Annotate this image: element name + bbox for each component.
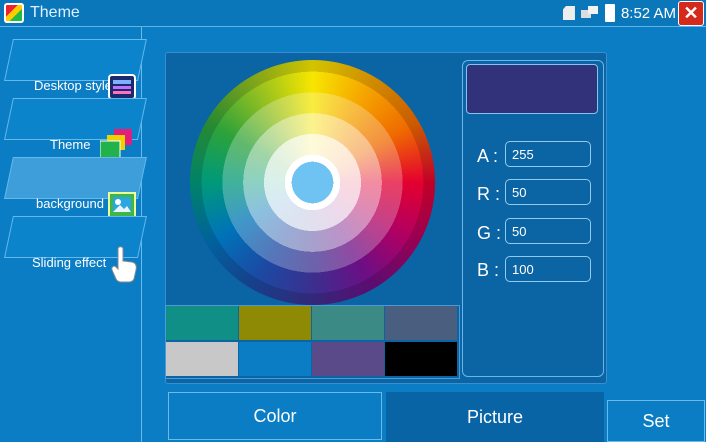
color-swatches <box>165 305 460 379</box>
swatch[interactable] <box>385 342 457 376</box>
theme-app-icon <box>4 3 24 23</box>
title-bar: Theme 8:52 AM ✕ <box>0 0 706 27</box>
alpha-field[interactable]: 255 <box>505 141 591 167</box>
picture-icon <box>108 192 136 218</box>
sd-card-icon <box>562 6 575 20</box>
red-field[interactable]: 50 <box>505 179 591 205</box>
window-title: Theme <box>30 4 80 21</box>
status-area: 8:52 AM <box>562 3 676 23</box>
theme-icon <box>99 129 134 159</box>
color-wheel[interactable] <box>190 60 435 305</box>
color-preview <box>466 64 598 114</box>
field-label-g: G : <box>477 223 502 243</box>
hand-touch-icon <box>110 245 140 283</box>
network-icon <box>580 6 599 20</box>
swatch[interactable] <box>312 342 384 376</box>
swatch[interactable] <box>239 306 311 340</box>
green-field[interactable]: 50 <box>505 218 591 244</box>
field-label-b: B : <box>477 260 500 280</box>
field-label-r: R : <box>477 184 501 204</box>
swatch[interactable] <box>385 306 457 340</box>
swatch[interactable] <box>166 342 238 376</box>
battery-icon <box>604 4 615 22</box>
set-button[interactable]: Set <box>607 400 705 442</box>
clock: 8:52 AM <box>620 4 676 22</box>
field-label-a: A : <box>477 146 499 166</box>
blue-field[interactable]: 100 <box>505 256 591 282</box>
swatch[interactable] <box>166 306 238 340</box>
swatch[interactable] <box>312 306 384 340</box>
tab-picture[interactable]: Picture <box>386 392 604 442</box>
swatch[interactable] <box>239 342 311 376</box>
close-button[interactable]: ✕ <box>678 1 704 26</box>
sidebar-item-label: Sliding effect <box>32 255 107 270</box>
color-wheel-shading <box>190 60 435 305</box>
tab-color[interactable]: Color <box>168 392 382 440</box>
sidebar: Desktop style Theme background Sliding e… <box>0 27 147 442</box>
keyboard-icon <box>108 74 136 100</box>
